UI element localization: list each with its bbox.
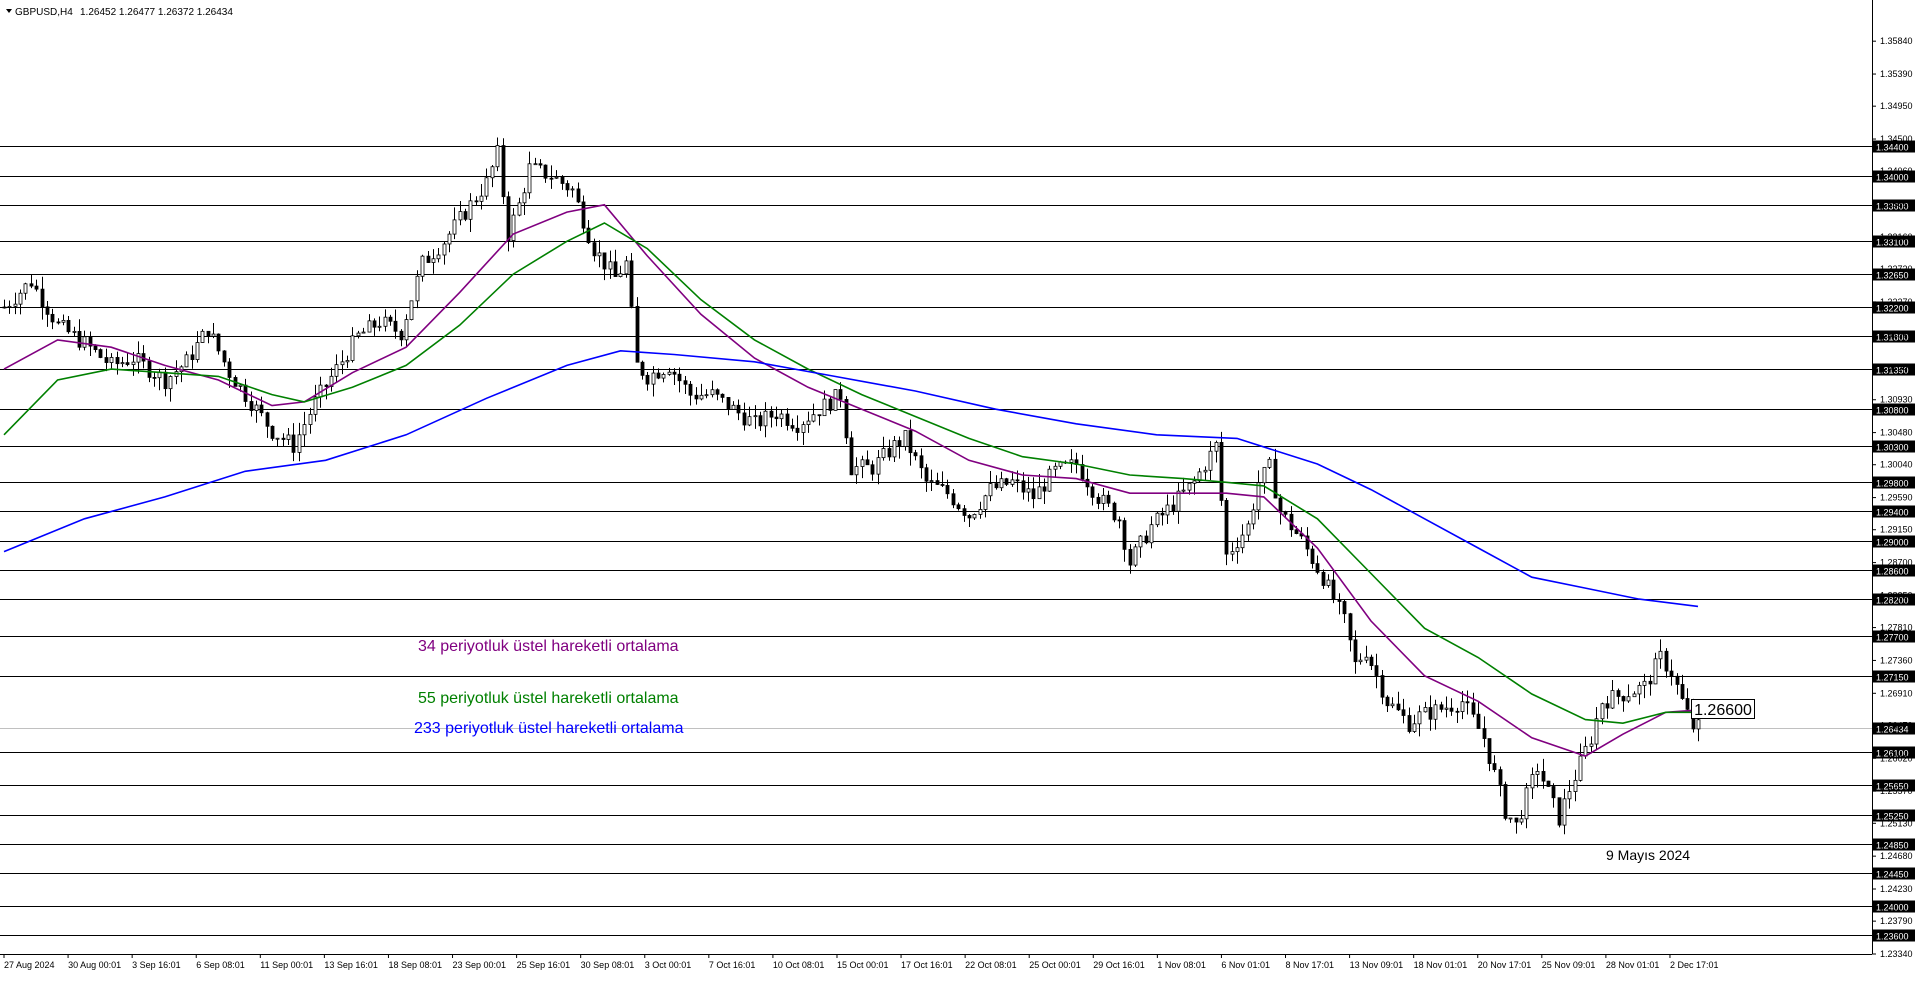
x-tick-label-21: 13 Nov 09:01: [1350, 960, 1404, 970]
chart-window[interactable]: 1.34400 1.34000 1.33600 1.33100 1.32650 1.322…: [0, 0, 1920, 976]
y-tick-label-12: 1.30480: [1880, 428, 1913, 438]
candle: [1112, 501, 1117, 523]
level-label-10: 1.29800: [1876, 479, 1909, 489]
x-tick-label-4: 11 Sep 00:01: [260, 960, 313, 970]
x-tick-label-0: 27 Aug 2024: [4, 960, 55, 970]
candle: [1133, 544, 1138, 568]
y-tick-label-10: 1.31380: [1880, 362, 1913, 372]
candle: [1546, 780, 1551, 787]
y-tick-label-5: 1.33610: [1880, 199, 1913, 209]
y-tick-label-0: 1.35840: [1880, 36, 1913, 46]
level-label-21: 1.24450: [1876, 870, 1909, 880]
ema34-annotation: 34 periyotluk üstel hareketli ortalama: [418, 638, 679, 655]
level-label-22: 1.24000: [1876, 903, 1909, 913]
candle: [1219, 431, 1224, 506]
candle: [1557, 797, 1562, 828]
y-tick-label-21: 1.26470: [1880, 720, 1913, 730]
candle: [629, 253, 634, 309]
candle: [200, 329, 205, 344]
date-annotation: 9 Mayıs 2024: [1606, 847, 1690, 863]
level-label-16: 1.27150: [1876, 673, 1909, 683]
y-tick-label-13: 1.30040: [1880, 460, 1913, 470]
ema233-annotation: 233 periyotluk üstel hareketli ortalama: [414, 720, 684, 737]
y-tick-label-8: 1.32270: [1880, 297, 1913, 307]
x-tick-label-19: 6 Nov 01:01: [1221, 960, 1270, 970]
level-label-11: 1.29400: [1876, 508, 1909, 518]
candle: [1155, 511, 1160, 528]
y-tick-label-15: 1.29150: [1880, 525, 1913, 535]
candle: [98, 348, 103, 359]
x-tick-label-5: 13 Sep 16:01: [324, 960, 378, 970]
y-tick-label-27: 1.23790: [1880, 916, 1913, 926]
candle: [849, 431, 854, 476]
y-tick-label-6: 1.33160: [1880, 232, 1913, 242]
symbol-label: GBPUSD,H4: [15, 7, 73, 18]
x-tick-label-26: 2 Dec 17:01: [1670, 960, 1719, 970]
level-label-23: 1.23600: [1876, 932, 1909, 942]
y-tick-label-19: 1.27360: [1880, 655, 1913, 665]
level-label-9: 1.30300: [1876, 443, 1909, 453]
y-tick-label-7: 1.32720: [1880, 264, 1913, 274]
x-tick-label-8: 25 Sep 16:01: [517, 960, 571, 970]
y-tick-label-22: 1.26020: [1880, 753, 1913, 763]
price-chart[interactable]: 1.344001.340001.336001.331001.326501.322…: [0, 0, 1920, 976]
x-tick-label-23: 20 Nov 17:01: [1478, 960, 1532, 970]
candle: [1503, 781, 1508, 821]
ema55-annotation: 55 periyotluk üstel hareketli ortalama: [418, 690, 679, 707]
level-label-20: 1.24850: [1876, 841, 1909, 851]
x-tick-label-9: 30 Sep 08:01: [581, 960, 635, 970]
x-tick-label-25: 28 Nov 01:01: [1606, 960, 1660, 970]
x-tick-label-3: 6 Sep 08:01: [196, 960, 245, 970]
y-tick-label-18: 1.27810: [1880, 623, 1913, 633]
y-tick-label-24: 1.25130: [1880, 818, 1913, 828]
x-tick-label-11: 7 Oct 16:01: [709, 960, 756, 970]
x-tick-label-15: 22 Oct 08:01: [965, 960, 1017, 970]
y-tick-label-25: 1.24680: [1880, 851, 1913, 861]
ohlc-readout: 1.26452 1.26477 1.26372 1.26434: [80, 7, 233, 18]
level-label-13: 1.28600: [1876, 567, 1909, 577]
x-tick-label-24: 25 Nov 09:01: [1542, 960, 1596, 970]
candle: [501, 138, 506, 205]
y-tick-label-17: 1.28250: [1880, 590, 1913, 600]
y-tick-label-26: 1.24230: [1880, 884, 1913, 894]
candle: [270, 425, 275, 441]
candle: [1047, 465, 1052, 492]
x-tick-label-22: 18 Nov 01:01: [1414, 960, 1468, 970]
level-label-12: 1.29000: [1876, 538, 1909, 548]
x-tick-label-2: 3 Sep 16:01: [132, 960, 181, 970]
x-tick-label-13: 15 Oct 00:01: [837, 960, 889, 970]
x-tick-label-18: 1 Nov 08:01: [1157, 960, 1206, 970]
x-tick-label-1: 30 Aug 00:01: [68, 960, 121, 970]
x-tick-label-10: 3 Oct 00:01: [645, 960, 692, 970]
x-tick-label-16: 25 Oct 00:01: [1029, 960, 1081, 970]
y-tick-label-2: 1.34950: [1880, 101, 1913, 111]
price-box-value: 1.26600: [1694, 702, 1752, 719]
y-tick-label-3: 1.34500: [1880, 134, 1913, 144]
y-tick-label-14: 1.29590: [1880, 493, 1913, 503]
x-tick-label-6: 18 Sep 08:01: [388, 960, 442, 970]
y-tick-label-28: 1.23340: [1880, 949, 1913, 959]
x-tick-label-20: 8 Nov 17:01: [1286, 960, 1335, 970]
level-label-8: 1.30800: [1876, 406, 1909, 416]
y-tick-label-4: 1.34060: [1880, 166, 1913, 176]
x-tick-label-12: 10 Oct 08:01: [773, 960, 825, 970]
y-tick-label-16: 1.28700: [1880, 558, 1913, 568]
y-tick-label-1: 1.35390: [1880, 69, 1913, 79]
y-tick-label-23: 1.25570: [1880, 786, 1913, 796]
level-label-15: 1.27700: [1876, 633, 1909, 643]
x-tick-label-7: 23 Sep 00:01: [453, 960, 507, 970]
candle: [833, 389, 838, 411]
y-tick-label-20: 1.26910: [1880, 688, 1913, 698]
x-tick-label-14: 17 Oct 16:01: [901, 960, 953, 970]
y-tick-label-9: 1.31820: [1880, 330, 1913, 340]
x-tick-label-17: 29 Oct 16:01: [1093, 960, 1145, 970]
candle: [409, 300, 414, 321]
y-tick-label-11: 1.30930: [1880, 395, 1913, 405]
